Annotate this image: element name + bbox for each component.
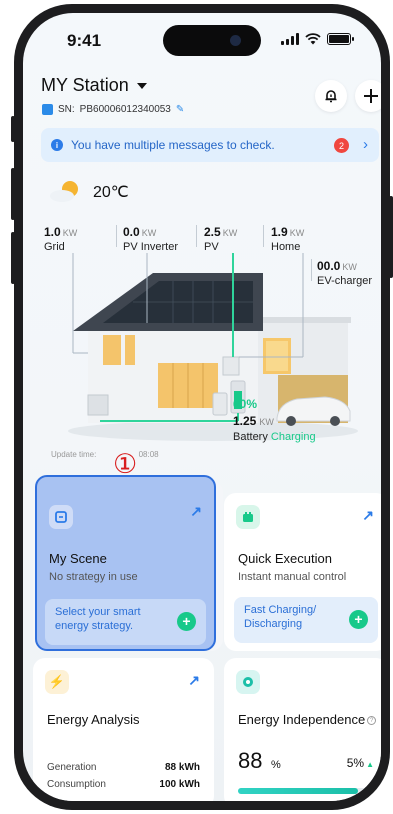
energy-independence-title: Energy Independence?: [238, 712, 377, 727]
independence-change-value: 5%: [346, 756, 365, 770]
my-scene-action-line2: energy strategy.: [55, 620, 134, 633]
plus-icon: [364, 89, 378, 103]
independence-value-row: 88 %: [238, 748, 281, 774]
arrow-up-right-icon[interactable]: ↗: [190, 503, 202, 520]
grid-reading: 1.0 KW Grid: [44, 223, 77, 253]
pv-inverter-unit: KW: [141, 228, 157, 238]
my-scene-title: My Scene: [49, 551, 107, 566]
camera-icon: [230, 35, 241, 46]
battery-status: Charging: [270, 430, 316, 443]
battery-label: Battery: [233, 430, 268, 443]
pv-value: 2.5: [204, 225, 221, 239]
pv-unit: KW: [222, 228, 238, 238]
app-screen: 9:41 MY Station SN: PB60006012340053 ✎ i…: [23, 13, 381, 801]
home-reading: 1.9 KW Home: [271, 223, 304, 253]
battery-icon: [236, 505, 260, 529]
arrow-up-right-icon[interactable]: ↗: [362, 507, 374, 524]
my-scene-action-line1: Select your smart: [55, 606, 141, 618]
scene-icon: [49, 505, 73, 529]
trend-up-icon: ▲: [366, 760, 374, 769]
add-strategy-icon[interactable]: +: [177, 612, 196, 631]
status-time: 9:41: [67, 31, 102, 50]
home-unit: KW: [289, 228, 305, 238]
target-icon: [236, 670, 260, 694]
fast-charging-action[interactable]: Fast Charging/ Discharging +: [234, 597, 378, 643]
my-scene-content: ↗ My Scene No strategy in use Select you…: [35, 475, 216, 651]
independence-value: 88: [238, 748, 263, 773]
banner-message: You have multiple messages to check.: [71, 138, 275, 152]
grid-value: 1.0: [44, 225, 61, 239]
house-illustration: [68, 253, 358, 441]
quick-execution-subtitle: Instant manual control: [238, 571, 347, 583]
battery-power: 1.25: [233, 414, 257, 429]
weather: 20℃: [49, 180, 129, 204]
wifi-icon: [305, 33, 321, 45]
quick-execution-card[interactable]: ↗ Quick Execution Instant manual control…: [224, 493, 381, 651]
grid-label: Grid: [44, 240, 65, 253]
status-bar: 9:41: [23, 13, 381, 63]
separator: [196, 225, 197, 247]
battery-percent: 60%: [233, 397, 258, 411]
grid-unit: KW: [62, 228, 78, 238]
message-banner[interactable]: i You have multiple messages to check. 2…: [41, 128, 379, 162]
independence-progress-fill: [238, 788, 358, 794]
step-marker: ①: [113, 449, 138, 480]
partly-cloudy-icon: [50, 181, 78, 202]
generation-row: Generation 88 kWh: [47, 762, 200, 773]
generation-value: 88 kWh: [164, 762, 200, 773]
energy-analysis-title: Energy Analysis: [47, 712, 140, 727]
generation-label: Generation: [47, 762, 97, 773]
notification-bell-button[interactable]: [315, 80, 347, 112]
independence-unit: %: [270, 759, 281, 771]
pv-inverter-value: 0.0: [123, 225, 140, 239]
home-label: Home: [271, 240, 301, 253]
pv-reading: 2.5 KW PV: [204, 223, 237, 253]
arrow-up-right-icon[interactable]: ↗: [188, 672, 200, 689]
separator: [116, 225, 117, 247]
home-value: 1.9: [271, 225, 288, 239]
sn-value: PB60006012340053: [79, 104, 171, 115]
independence-progress-track: [238, 788, 374, 794]
energy-analysis-card[interactable]: ⚡ ↗ Energy Analysis Generation 88 kWh Co…: [33, 658, 214, 801]
device-icon: [42, 104, 53, 115]
quick-execution-title: Quick Execution: [238, 551, 332, 566]
message-count-badge: 2: [334, 138, 349, 153]
my-scene-subtitle: No strategy in use: [49, 571, 138, 583]
station-selector[interactable]: MY Station: [41, 75, 147, 96]
cellular-signal-icon: [281, 33, 299, 45]
caret-down-icon: [136, 82, 147, 89]
phone-frame: 9:41 MY Station SN: PB60006012340053 ✎ i…: [14, 4, 390, 810]
chevron-right-icon: ›: [363, 136, 368, 153]
status-icons: [281, 33, 354, 45]
lightning-icon: ⚡: [45, 670, 69, 694]
sn-prefix: SN:: [58, 104, 75, 115]
battery-unit: KW: [259, 417, 274, 428]
info-icon: i: [51, 139, 63, 151]
consumption-row: Consumption 100 kWh: [47, 779, 200, 790]
independence-change: 5% ▲: [347, 756, 374, 770]
serial-number: SN: PB60006012340053 ✎: [42, 104, 184, 115]
temperature: 20℃: [93, 184, 129, 201]
update-time-label: Update time:: [51, 450, 97, 459]
separator: [263, 225, 264, 247]
consumption-value: 100 kWh: [159, 779, 200, 790]
energy-independence-card[interactable]: Energy Independence? 88 % 5% ▲: [224, 658, 381, 801]
pv-inverter-label: PV Inverter: [123, 240, 179, 253]
battery-readout: 60% 1.25 KW Battery Charging: [233, 397, 316, 444]
help-icon[interactable]: ?: [367, 716, 377, 726]
bell-icon: [325, 90, 337, 103]
battery-status-icon: [327, 33, 354, 45]
edit-icon[interactable]: ✎: [176, 104, 184, 115]
dynamic-island: [163, 25, 261, 56]
consumption-label: Consumption: [47, 779, 106, 790]
pv-inverter-reading: 0.0 KW PV Inverter: [123, 223, 178, 253]
select-strategy-action[interactable]: Select your smart energy strategy. +: [45, 599, 206, 645]
add-action-icon[interactable]: +: [349, 610, 368, 629]
station-name: MY Station: [41, 75, 129, 95]
pv-label: PV: [204, 240, 219, 253]
energy-independence-label: Energy Independence: [238, 712, 366, 727]
add-button[interactable]: [355, 80, 381, 112]
